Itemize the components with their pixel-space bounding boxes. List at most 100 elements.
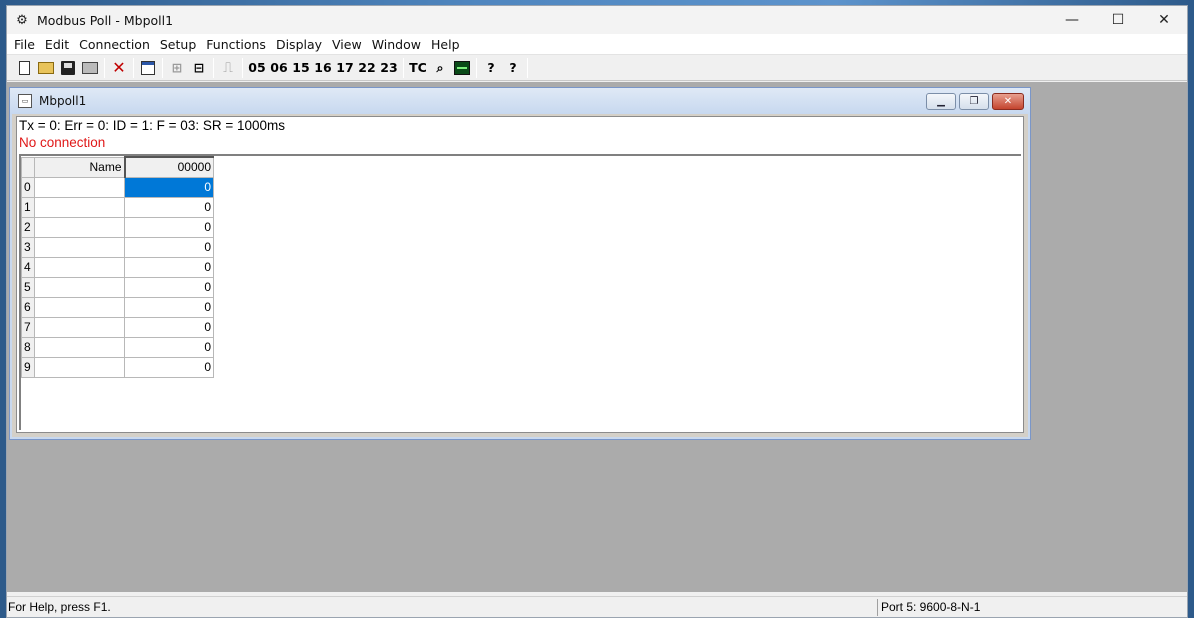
chart-button[interactable]: ⌕ xyxy=(429,57,451,79)
value-cell[interactable]: 0 xyxy=(124,296,214,318)
menu-bar: File Edit Connection Setup Functions Dis… xyxy=(7,34,1187,55)
fc16-button[interactable]: 16 xyxy=(312,57,334,79)
status-port-info: Port 5: 9600-8-N-1 xyxy=(877,598,1187,616)
fc05-button[interactable]: 05 xyxy=(246,57,268,79)
toolbar-separator xyxy=(527,57,528,78)
menu-functions[interactable]: Functions xyxy=(201,34,271,55)
name-cell[interactable] xyxy=(34,256,125,278)
disconnect-button[interactable]: ⊟ xyxy=(188,57,210,79)
child-title-bar[interactable]: ▭ Mbpoll1 ▁ ❐ ✕ xyxy=(10,88,1030,114)
print-button[interactable] xyxy=(79,57,101,79)
delete-button[interactable]: ✕ xyxy=(108,57,130,79)
poll-status-line: Tx = 0: Err = 0: ID = 1: F = 03: SR = 10… xyxy=(19,118,285,133)
fc06-button[interactable]: 06 xyxy=(268,57,290,79)
name-cell[interactable] xyxy=(34,296,125,318)
menu-help[interactable]: Help xyxy=(426,34,465,55)
modbus-poll-window: ⚙ Modbus Poll - Mbpoll1 — ☐ ✕ File Edit … xyxy=(6,5,1188,618)
maximize-button[interactable]: ☐ xyxy=(1095,6,1141,34)
fc23-button[interactable]: 23 xyxy=(378,57,400,79)
child-restore-button[interactable]: ❐ xyxy=(959,92,989,110)
menu-view[interactable]: View xyxy=(327,34,367,55)
child-minimize-button[interactable]: ▁ xyxy=(926,92,956,110)
name-cell[interactable] xyxy=(34,316,125,338)
row-header[interactable]: 5 xyxy=(21,276,35,298)
column-header-address[interactable]: 00000 xyxy=(123,156,214,178)
table-row: 20 xyxy=(21,216,214,238)
row-header[interactable]: 0 xyxy=(21,176,35,198)
value-cell[interactable]: 0 xyxy=(124,216,214,238)
name-cell[interactable] xyxy=(34,276,125,298)
value-cell[interactable]: 0 xyxy=(124,196,214,218)
value-cell[interactable]: 0 xyxy=(124,356,214,378)
row-header[interactable]: 4 xyxy=(21,256,35,278)
open-button[interactable] xyxy=(35,57,57,79)
chart-icon: ⌕ xyxy=(436,59,444,75)
column-header-name[interactable]: Name xyxy=(34,156,125,178)
table-row: 50 xyxy=(21,276,214,298)
fc15-button[interactable]: 15 xyxy=(290,57,312,79)
value-cell[interactable]: 0 xyxy=(124,276,214,298)
status-bar: For Help, press F1. Port 5: 9600-8-N-1 xyxy=(7,596,1187,617)
table-row: 80 xyxy=(21,336,214,358)
table-row: 90 xyxy=(21,356,214,378)
toolbar-separator xyxy=(104,57,105,78)
register-grid: Name 00000 00102030405060708090 xyxy=(19,154,1021,430)
help-button[interactable]: ? xyxy=(480,57,502,79)
context-help-button[interactable]: ? xyxy=(502,57,524,79)
open-folder-icon xyxy=(38,61,54,74)
monitor-button[interactable] xyxy=(451,57,473,79)
single-read-button[interactable]: ⎍ xyxy=(217,57,239,79)
name-cell[interactable] xyxy=(34,336,125,358)
save-button[interactable] xyxy=(57,57,79,79)
close-button[interactable]: ✕ xyxy=(1141,6,1187,34)
row-header[interactable]: 1 xyxy=(21,196,35,218)
name-cell[interactable] xyxy=(34,176,125,198)
value-cell[interactable]: 0 xyxy=(124,316,214,338)
toolbar-separator xyxy=(242,57,243,78)
new-button[interactable] xyxy=(13,57,35,79)
toolbar-separator xyxy=(133,57,134,78)
connection-status: No connection xyxy=(19,135,106,150)
connect-icon: ⊞ xyxy=(171,60,183,75)
connect-button[interactable]: ⊞ xyxy=(166,57,188,79)
new-document-icon xyxy=(18,60,30,75)
menu-setup[interactable]: Setup xyxy=(155,34,201,55)
child-close-button[interactable]: ✕ xyxy=(992,92,1024,110)
modbus-app-icon: ⚙ xyxy=(16,12,28,28)
toolbar-separator xyxy=(403,57,404,78)
value-cell[interactable]: 0 xyxy=(124,176,214,198)
table-row: 30 xyxy=(21,236,214,258)
menu-display[interactable]: Display xyxy=(271,34,327,55)
toolbar: ✕ ⊞ ⊟ ⎍ 05 06 15 16 17 22 23 TC ⌕ ? ? xyxy=(7,55,1187,81)
row-header[interactable]: 6 xyxy=(21,296,35,318)
name-cell[interactable] xyxy=(34,356,125,378)
minimize-button[interactable]: — xyxy=(1049,6,1095,34)
context-help-icon: ? xyxy=(509,60,517,75)
table-row: 70 xyxy=(21,316,214,338)
value-cell[interactable]: 0 xyxy=(124,256,214,278)
menu-file[interactable]: File xyxy=(9,34,40,55)
value-cell[interactable]: 0 xyxy=(124,236,214,258)
menu-edit[interactable]: Edit xyxy=(40,34,74,55)
fc22-button[interactable]: 22 xyxy=(356,57,378,79)
child-content: Tx = 0: Err = 0: ID = 1: F = 03: SR = 10… xyxy=(16,116,1024,433)
value-cell[interactable]: 0 xyxy=(124,336,214,358)
window-icon xyxy=(141,60,155,75)
menu-connection[interactable]: Connection xyxy=(74,34,155,55)
grid-corner[interactable] xyxy=(21,156,35,178)
tc-button[interactable]: TC xyxy=(407,57,429,79)
row-header[interactable]: 9 xyxy=(21,356,35,378)
save-disk-icon xyxy=(61,60,75,75)
fc17-button[interactable]: 17 xyxy=(334,57,356,79)
menu-window[interactable]: Window xyxy=(367,34,426,55)
row-header[interactable]: 2 xyxy=(21,216,35,238)
name-cell[interactable] xyxy=(34,216,125,238)
name-cell[interactable] xyxy=(34,196,125,218)
row-header[interactable]: 7 xyxy=(21,316,35,338)
row-header[interactable]: 3 xyxy=(21,236,35,258)
row-header[interactable]: 8 xyxy=(21,336,35,358)
new-window-button[interactable] xyxy=(137,57,159,79)
name-cell[interactable] xyxy=(34,236,125,258)
mbpoll1-child-window: ▭ Mbpoll1 ▁ ❐ ✕ Tx = 0: Err = 0: ID = 1:… xyxy=(9,87,1031,440)
title-bar[interactable]: ⚙ Modbus Poll - Mbpoll1 — ☐ ✕ xyxy=(7,6,1187,34)
